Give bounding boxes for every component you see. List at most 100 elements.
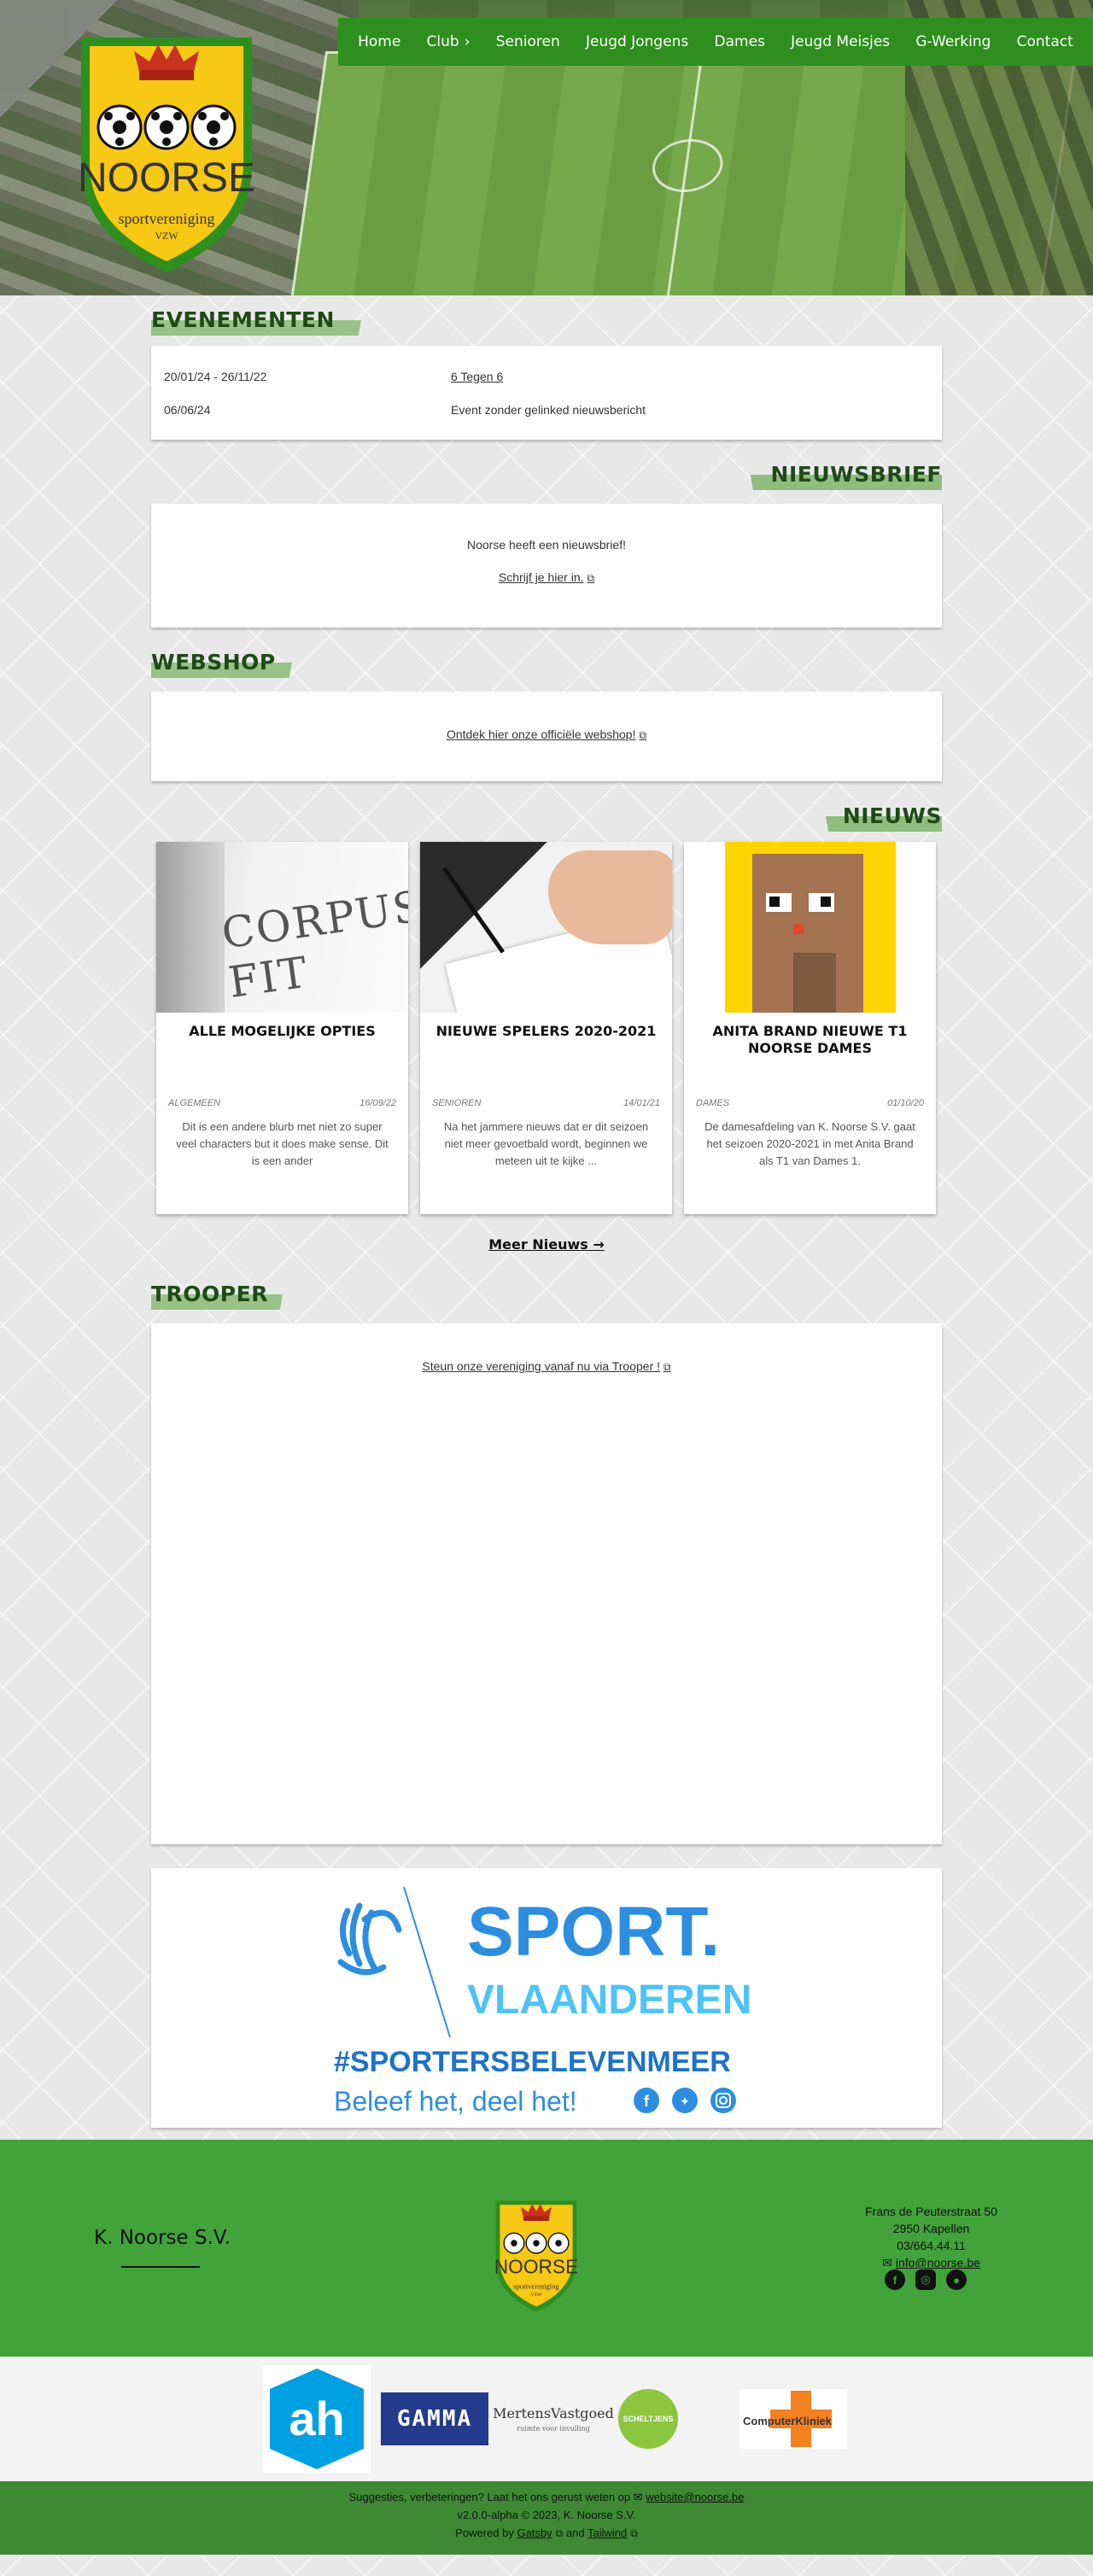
sponsor-gamma-logo[interactable]: GAMMA bbox=[381, 2392, 488, 2445]
news-grid: CORPUS FIT ALLE MOGELIJKE OPTIES ALGEMEE… bbox=[151, 842, 942, 1214]
newsletter-signup-link[interactable]: Schrijf je hier in. ⧉ bbox=[499, 570, 594, 584]
svg-text:✦: ✦ bbox=[680, 2094, 690, 2108]
vlaanderen-lion-icon bbox=[337, 1902, 402, 1976]
event-title: Event zonder gelinked nieuwsbericht bbox=[451, 402, 646, 417]
newsletter-heading: NIEUWSBRIEF bbox=[732, 462, 942, 490]
news-category: ALGEMEEN bbox=[168, 1098, 221, 1108]
chevron-right-icon: › bbox=[464, 33, 471, 50]
sponsor-albert-heijn-logo[interactable]: ah bbox=[263, 2365, 371, 2473]
nav-g-werking[interactable]: G-Werking bbox=[915, 33, 991, 50]
svg-text:sportvereniging: sportvereniging bbox=[513, 2282, 559, 2291]
news-date: 16/09/22 bbox=[359, 1098, 396, 1108]
external-link-icon: ⧉ bbox=[663, 1361, 671, 1373]
footer-club-name: K. Noorse S.V. bbox=[94, 2227, 231, 2249]
trooper-heading: TROOPER bbox=[151, 1282, 295, 1310]
nav-dames[interactable]: Dames bbox=[715, 33, 765, 50]
news-blurb: Na het jammere nieuws dat er dit seizoen… bbox=[443, 1120, 649, 1167]
events-card: 20/01/24 - 26/11/22 6 Tegen 6 06/06/24 E… bbox=[151, 346, 942, 440]
svg-text:f: f bbox=[644, 2093, 650, 2110]
news-date: 01/10/20 bbox=[887, 1098, 924, 1108]
hero-banner: NOORSE sportvereniging VZW Home Club › Se… bbox=[0, 0, 1093, 295]
news-card[interactable]: CORPUS FIT ALLE MOGELIJKE OPTIES ALGEMEE… bbox=[156, 842, 408, 1214]
footer-main: K. Noorse S.V. NOORSE sportvereniging VZ… bbox=[0, 2140, 1093, 2357]
sport-title: SPORT. bbox=[467, 1893, 720, 1971]
facebook-icon: f bbox=[634, 2088, 659, 2113]
arrow-right-icon: → bbox=[593, 1236, 605, 1253]
nav-contact[interactable]: Contact bbox=[1017, 33, 1073, 50]
nav-club[interactable]: Club › bbox=[427, 33, 471, 50]
gatsby-link[interactable]: Gatsby bbox=[517, 2526, 552, 2539]
nav-jeugd-meisjes[interactable]: Jeugd Meisjes bbox=[791, 33, 890, 50]
webshop-heading: WEBSHOP bbox=[151, 650, 305, 678]
sponsors-bar: ah GAMMA MertensVastgoed ruimte voor inv… bbox=[0, 2357, 1093, 2481]
event-link[interactable]: 6 Tegen 6 bbox=[451, 370, 503, 383]
webshop-card: Ontdek hier onze officiële webshop! ⧉ bbox=[151, 692, 942, 781]
address-street: Frans de Peuterstraat 50 bbox=[865, 2205, 997, 2218]
events-heading: EVENEMENTEN bbox=[151, 307, 382, 336]
external-link-icon: ⧉ bbox=[639, 729, 647, 741]
mail-icon: ✉ bbox=[633, 2491, 643, 2503]
news-title: NIEUWE SPELERS 2020-2021 bbox=[435, 1023, 657, 1039]
news-title: ANITA BRAND NIEUWE T1 NOORSE DAMES bbox=[712, 1023, 908, 1056]
main-navbar: Home Club › Senioren Jeugd Jongens Dames … bbox=[338, 18, 1093, 66]
event-date: 20/01/24 - 26/11/22 bbox=[164, 369, 267, 383]
newsletter-text: Noorse heeft een nieuwsbrief! bbox=[467, 538, 626, 552]
instagram-icon[interactable]: ◎ bbox=[915, 2269, 936, 2290]
svg-text:ComputerKliniek: ComputerKliniek bbox=[743, 2415, 833, 2427]
svg-text:VZW: VZW bbox=[531, 2293, 543, 2298]
footer-email-link[interactable]: info@noorse.be bbox=[896, 2256, 980, 2269]
suggestion-text: Suggesties, verbeteringen? Laat het ons … bbox=[348, 2491, 631, 2503]
nav-home[interactable]: Home bbox=[358, 33, 400, 50]
crest-vzw: VZW bbox=[155, 230, 178, 242]
phone-number: 03/664.44.11 bbox=[897, 2239, 966, 2252]
webshop-link[interactable]: Ontdek hier onze officiële webshop! ⧉ bbox=[447, 727, 646, 741]
news-category: DAMES bbox=[696, 1098, 730, 1108]
sport-hashtag: #SPORTERSBELEVENMEER bbox=[334, 2046, 731, 2078]
crest-subtitle: sportvereniging bbox=[119, 210, 215, 227]
news-card[interactable]: NIEUWE SPELERS 2020-2021 SENIOREN 14/01/… bbox=[420, 842, 672, 1214]
trooper-link[interactable]: Steun onze vereniging vanaf nu via Troop… bbox=[422, 1359, 670, 1373]
external-link-icon: ⧉ bbox=[555, 2527, 564, 2539]
sport-vlaanderen-banner[interactable]: SPORT. VLAANDEREN #SPORTERSBELEVENMEER B… bbox=[151, 1868, 942, 2128]
mail-icon: ✉ bbox=[882, 2256, 892, 2269]
sponsor-computerkliniek-logo[interactable]: ComputerKliniek bbox=[739, 2389, 847, 2449]
event-date: 06/06/24 bbox=[164, 402, 211, 417]
external-link-icon: ⧉ bbox=[630, 2527, 638, 2539]
news-blurb: Dit is een andere blurb met niet zo supe… bbox=[176, 1120, 389, 1167]
event-row: 20/01/24 - 26/11/22 6 Tegen 6 bbox=[164, 359, 929, 393]
website-email-link[interactable]: website@noorse.be bbox=[646, 2491, 744, 2503]
sponsor-mertens-logo[interactable]: MertensVastgoed ruimte voor invulling bbox=[493, 2393, 614, 2445]
github-icon[interactable]: ● bbox=[946, 2269, 967, 2290]
more-news-link[interactable]: Meer Nieuws → bbox=[488, 1236, 605, 1253]
footer: K. Noorse S.V. NOORSE sportvereniging VZ… bbox=[0, 2140, 1093, 2555]
newsletter-card: Noorse heeft een nieuwsbrief! Schrijf je… bbox=[151, 504, 942, 628]
footer-bottom: Suggesties, verbeteringen? Laat het ons … bbox=[0, 2481, 1093, 2555]
news-image bbox=[684, 842, 936, 1013]
nav-senioren[interactable]: Senioren bbox=[496, 33, 560, 50]
vlaanderen-title: VLAANDEREN bbox=[467, 1977, 751, 2023]
external-link-icon: ⧉ bbox=[587, 572, 595, 584]
news-blurb: De damesafdeling van K. Noorse S.V. gaat… bbox=[704, 1120, 915, 1167]
news-date: 14/01/21 bbox=[623, 1098, 660, 1108]
tailwind-link[interactable]: Tailwind bbox=[587, 2526, 627, 2539]
news-heading: NIEUWS bbox=[815, 803, 942, 832]
twitter-icon: ✦ bbox=[672, 2088, 698, 2113]
version-text: v2.0.0-alpha © 2023, K. Noorse S.V. bbox=[457, 2509, 636, 2521]
crest-name: NOORSE bbox=[78, 155, 255, 201]
news-image: CORPUS FIT bbox=[156, 842, 408, 1013]
svg-text:ah: ah bbox=[289, 2392, 344, 2445]
footer-divider bbox=[121, 2266, 200, 2268]
footer-address: Frans de Peuterstraat 50 2950 Kapellen 0… bbox=[865, 2203, 997, 2271]
news-category: SENIOREN bbox=[432, 1098, 482, 1108]
trooper-card: Steun onze vereniging vanaf nu via Troop… bbox=[151, 1323, 942, 1844]
address-city: 2950 Kapellen bbox=[892, 2222, 970, 2235]
facebook-icon[interactable]: f bbox=[885, 2269, 905, 2290]
social-links: f ◎ ● bbox=[885, 2269, 967, 2290]
sponsor-scheltjens-logo[interactable]: SCHELTJENS bbox=[618, 2389, 678, 2449]
club-crest-logo[interactable]: NOORSE sportvereniging VZW bbox=[73, 20, 260, 277]
nav-jeugd-jongens[interactable]: Jeugd Jongens bbox=[586, 33, 688, 50]
event-row: 06/06/24 Event zonder gelinked nieuwsber… bbox=[164, 393, 929, 426]
news-card[interactable]: ANITA BRAND NIEUWE T1 NOORSE DAMES DAMES… bbox=[684, 842, 936, 1214]
news-image bbox=[420, 842, 672, 1013]
footer-crest-logo[interactable]: NOORSE sportvereniging VZW bbox=[483, 2193, 589, 2314]
